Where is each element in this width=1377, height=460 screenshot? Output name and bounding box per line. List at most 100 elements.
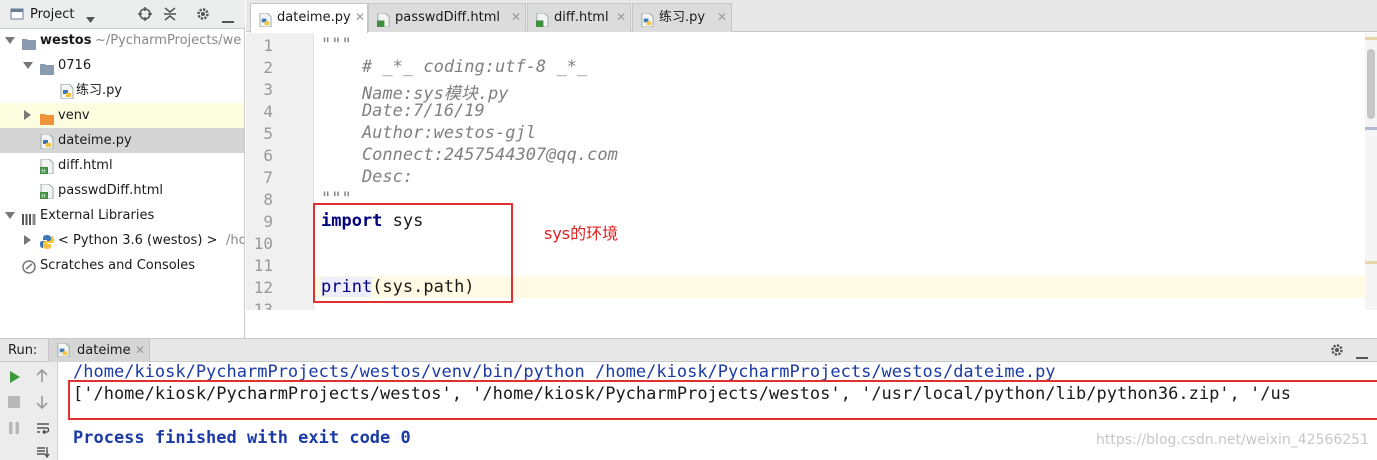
- tab-lianxi-py[interactable]: 练习.py ✕: [632, 3, 732, 32]
- line-number: 8: [263, 190, 273, 209]
- chevron-down-icon[interactable]: [86, 12, 95, 27]
- line-number-gutter: 1 2 3 4 5 6 7 8 9 10 11 12 13: [246, 33, 314, 310]
- editor-tab-bar: dateime.py ✕ passwdDiff.html ✕ diff.html…: [246, 0, 1377, 33]
- folder-icon: [40, 59, 54, 78]
- run-tab-label: dateime: [77, 343, 131, 358]
- html-file-icon: H: [40, 183, 54, 203]
- tree-item-lianxi-py[interactable]: 练习.py: [0, 78, 244, 103]
- python-file-icon: [40, 133, 54, 153]
- tree-item-label: dateime.py: [58, 133, 132, 148]
- close-icon[interactable]: ✕: [717, 4, 727, 31]
- editor-scrollbar[interactable]: [1365, 33, 1377, 310]
- tree-item-0716[interactable]: 0716: [0, 53, 244, 78]
- line-number: 9: [263, 212, 273, 231]
- locate-icon[interactable]: [138, 7, 152, 25]
- tree-item-label: Scratches and Consoles: [40, 258, 196, 273]
- scrollbar-thumb[interactable]: [1367, 49, 1375, 119]
- line-number: 13: [253, 300, 273, 310]
- folder-excluded-icon: [40, 109, 54, 128]
- pause-icon[interactable]: [8, 422, 20, 438]
- scratches-icon: [22, 258, 36, 278]
- tree-item-venv[interactable]: venv: [0, 103, 244, 128]
- tree-item-dateime-py[interactable]: dateime.py: [0, 128, 244, 153]
- tree-item-label: External Libraries: [40, 208, 155, 223]
- run-label: Run:: [8, 343, 38, 358]
- code-line-4: Date:7/16/19: [321, 101, 485, 121]
- code-line-5: Author:westos-gjl: [321, 123, 536, 143]
- run-console[interactable]: /home/kiosk/PycharmProjects/westos/venv/…: [59, 362, 1377, 460]
- python-icon: [40, 233, 54, 253]
- line-number: 5: [263, 124, 273, 143]
- project-view-icon[interactable]: [10, 7, 24, 25]
- tree-item-passwddiff-html[interactable]: H passwdDiff.html: [0, 178, 244, 203]
- code-line-2: # _*_ coding:utf-8 _*_: [321, 57, 588, 77]
- run-tool-header: Run: dateime ✕: [0, 338, 1377, 362]
- collapse-all-icon[interactable]: [163, 7, 177, 25]
- tree-item-label: passwdDiff.html: [58, 183, 163, 198]
- annotation-box-console: [68, 380, 1377, 420]
- soft-wrap-icon[interactable]: [36, 422, 50, 438]
- run-tab-dateime[interactable]: dateime ✕: [48, 339, 150, 362]
- run-toolbar: [0, 362, 58, 460]
- line-number: 10: [253, 234, 273, 253]
- line-number: 4: [263, 102, 273, 121]
- close-icon[interactable]: ✕: [355, 4, 365, 31]
- tab-label: 练习.py: [659, 10, 706, 25]
- gear-icon[interactable]: [196, 7, 210, 25]
- annotation-text: sys的环境: [544, 224, 619, 243]
- tab-passwddiff-html[interactable]: passwdDiff.html ✕: [368, 3, 526, 32]
- code-line-7: Desc:: [321, 167, 414, 187]
- line-number: 1: [263, 36, 273, 55]
- rerun-icon[interactable]: [8, 370, 22, 388]
- hide-icon[interactable]: [222, 13, 234, 28]
- console-command[interactable]: /home/kiosk/PycharmProjects/westos/venv/…: [73, 362, 1056, 382]
- python-file-icon: [60, 83, 74, 103]
- tree-item-scratches[interactable]: Scratches and Consoles: [0, 253, 244, 278]
- watermark: https://blog.csdn.net/weixin_42566251: [1095, 432, 1369, 448]
- tree-item-westos[interactable]: westos ~/PycharmProjects/we: [0, 28, 244, 53]
- tree-item-label: 练习.py: [76, 83, 123, 98]
- close-icon[interactable]: ✕: [135, 343, 145, 357]
- python-file-icon: [57, 342, 70, 361]
- close-icon[interactable]: ✕: [616, 4, 626, 31]
- library-icon: [22, 209, 36, 228]
- tab-label: diff.html: [554, 10, 609, 25]
- console-exit-message: Process finished with exit code 0: [73, 428, 411, 448]
- line-number: 12: [253, 278, 273, 297]
- line-number: 6: [263, 146, 273, 165]
- arrow-down-icon[interactable]: [36, 395, 48, 413]
- project-tool-window: Project westos ~/PycharmProjects/we 0716…: [0, 0, 245, 338]
- tab-dateime-py[interactable]: dateime.py ✕: [250, 3, 368, 33]
- line-number: 7: [263, 168, 273, 187]
- tree-item-path: ~/PycharmProjects/we: [95, 33, 242, 48]
- tab-diff-html[interactable]: diff.html ✕: [527, 3, 631, 32]
- line-number: 3: [263, 80, 273, 99]
- tree-item-label: 0716: [58, 58, 92, 73]
- annotation-box-code: [313, 203, 513, 303]
- tab-label: passwdDiff.html: [395, 10, 500, 25]
- project-title[interactable]: Project: [30, 7, 74, 22]
- svg-text:H: H: [41, 168, 46, 174]
- gear-icon[interactable]: [1330, 343, 1344, 361]
- tree-item-path: /ho: [226, 233, 244, 248]
- tree-item-diff-html[interactable]: H diff.html: [0, 153, 244, 178]
- close-icon[interactable]: ✕: [511, 4, 521, 31]
- tree-item-python-sdk[interactable]: < Python 3.6 (westos) > /ho: [0, 228, 244, 253]
- arrow-up-icon[interactable]: [36, 368, 48, 387]
- folder-icon: [22, 34, 36, 53]
- line-number: 2: [263, 58, 273, 77]
- tree-item-label: diff.html: [58, 158, 113, 173]
- tree-item-label: venv: [58, 108, 90, 123]
- tree-item-external-libraries[interactable]: External Libraries: [0, 203, 244, 228]
- stop-icon[interactable]: [8, 396, 20, 412]
- tree-item-label: < Python 3.6 (westos) >: [58, 233, 218, 248]
- scroll-to-end-icon[interactable]: [36, 446, 50, 460]
- code-line-6: Connect:2457544307@qq.com: [321, 145, 618, 165]
- code-editor[interactable]: 1 2 3 4 5 6 7 8 9 10 11 12 13 """ # _*_ …: [246, 33, 1377, 310]
- tree-item-label: westos: [40, 33, 92, 48]
- line-number: 11: [253, 256, 273, 275]
- tab-label: dateime.py: [277, 10, 351, 25]
- code-line-1: """: [321, 35, 352, 55]
- html-file-icon: H: [40, 158, 54, 178]
- project-header: Project: [0, 0, 245, 29]
